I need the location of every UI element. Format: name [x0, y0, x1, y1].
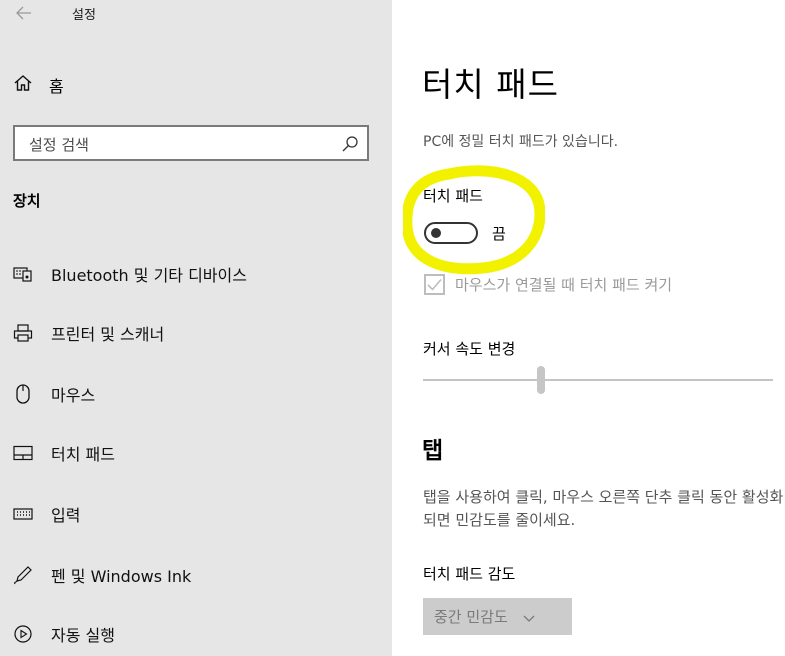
- search-box[interactable]: 설정 검색: [13, 125, 369, 161]
- toggle-knob: [431, 228, 441, 238]
- mouse-icon: [12, 383, 34, 405]
- touchpad-toggle[interactable]: [424, 222, 478, 244]
- bluetooth-devices-icon: [12, 263, 34, 285]
- printer-icon: [12, 322, 34, 344]
- sidebar-item-label: Bluetooth 및 기타 디바이스: [51, 266, 247, 285]
- page-description: PC에 정밀 터치 패드가 있습니다.: [423, 134, 619, 150]
- cursor-speed-slider-track[interactable]: [423, 379, 773, 381]
- toggle-state-text: 끔: [492, 225, 506, 243]
- checkmark-icon: [427, 278, 442, 291]
- keyboard-icon: [12, 503, 34, 525]
- home-nav[interactable]: 홈: [13, 72, 64, 98]
- pen-icon: [12, 564, 34, 586]
- mouse-connected-checkbox-row[interactable]: 마우스가 연결될 때 터치 패드 켜기: [424, 274, 672, 295]
- sidebar-item-touchpad[interactable]: 터치 패드: [0, 433, 392, 473]
- sidebar-item-pen[interactable]: 펜 및 Windows Ink: [0, 555, 392, 595]
- autoplay-icon: [12, 623, 34, 645]
- search-icon[interactable]: [341, 135, 359, 153]
- sidebar-item-autoplay[interactable]: 자동 실행: [0, 614, 392, 654]
- cursor-speed-label: 커서 속도 변경: [423, 340, 516, 358]
- sidebar-item-label: 프린터 및 스캐너: [51, 325, 165, 344]
- tap-description: 탭을 사용하여 클릭, 마우스 오른쪽 단추 클릭 동안 활성화되면 민감도를 …: [423, 488, 784, 529]
- sidebar-item-label: 자동 실행: [51, 626, 115, 645]
- app-title: 설정: [72, 8, 96, 23]
- page-title: 터치 패드: [422, 65, 559, 104]
- search-placeholder: 설정 검색: [29, 136, 89, 154]
- cursor-speed-slider-thumb[interactable]: [537, 366, 545, 394]
- main-content: 터치 패드 PC에 정밀 터치 패드가 있습니다. 터치 패드 끔 마우스가 연…: [392, 0, 785, 656]
- sidebar-item-printers[interactable]: 프린터 및 스캐너: [0, 313, 392, 353]
- section-title: 장치: [13, 192, 41, 210]
- touchpad-sensitivity-label: 터치 패드 감도: [423, 565, 516, 583]
- sidebar-item-mouse[interactable]: 마우스: [0, 374, 392, 414]
- sidebar-item-bluetooth[interactable]: Bluetooth 및 기타 디바이스: [0, 254, 392, 294]
- sidebar-item-label: 터치 패드: [51, 445, 115, 464]
- back-arrow-icon[interactable]: [14, 2, 34, 24]
- mouse-connected-checkbox[interactable]: [424, 274, 445, 295]
- sidebar: 설정 홈 설정 검색 장치 Bluetooth 및 기타 디바이스 프린터 및 …: [0, 0, 392, 656]
- mouse-connected-label: 마우스가 연결될 때 터치 패드 켜기: [455, 276, 673, 294]
- sensitivity-value: 중간 민감도: [434, 608, 508, 626]
- sidebar-item-typing[interactable]: 입력: [0, 494, 392, 534]
- sidebar-item-label: 펜 및 Windows Ink: [51, 567, 192, 586]
- sidebar-item-label: 입력: [51, 506, 81, 525]
- tap-section-title: 탭: [422, 438, 444, 464]
- sidebar-item-label: 마우스: [51, 386, 96, 405]
- home-label: 홈: [49, 77, 64, 96]
- home-icon: [13, 73, 33, 97]
- sensitivity-dropdown[interactable]: 중간 민감도: [423, 598, 572, 635]
- chevron-down-icon: [522, 610, 536, 624]
- touchpad-icon: [12, 442, 34, 464]
- touchpad-toggle-label: 터치 패드: [423, 187, 483, 205]
